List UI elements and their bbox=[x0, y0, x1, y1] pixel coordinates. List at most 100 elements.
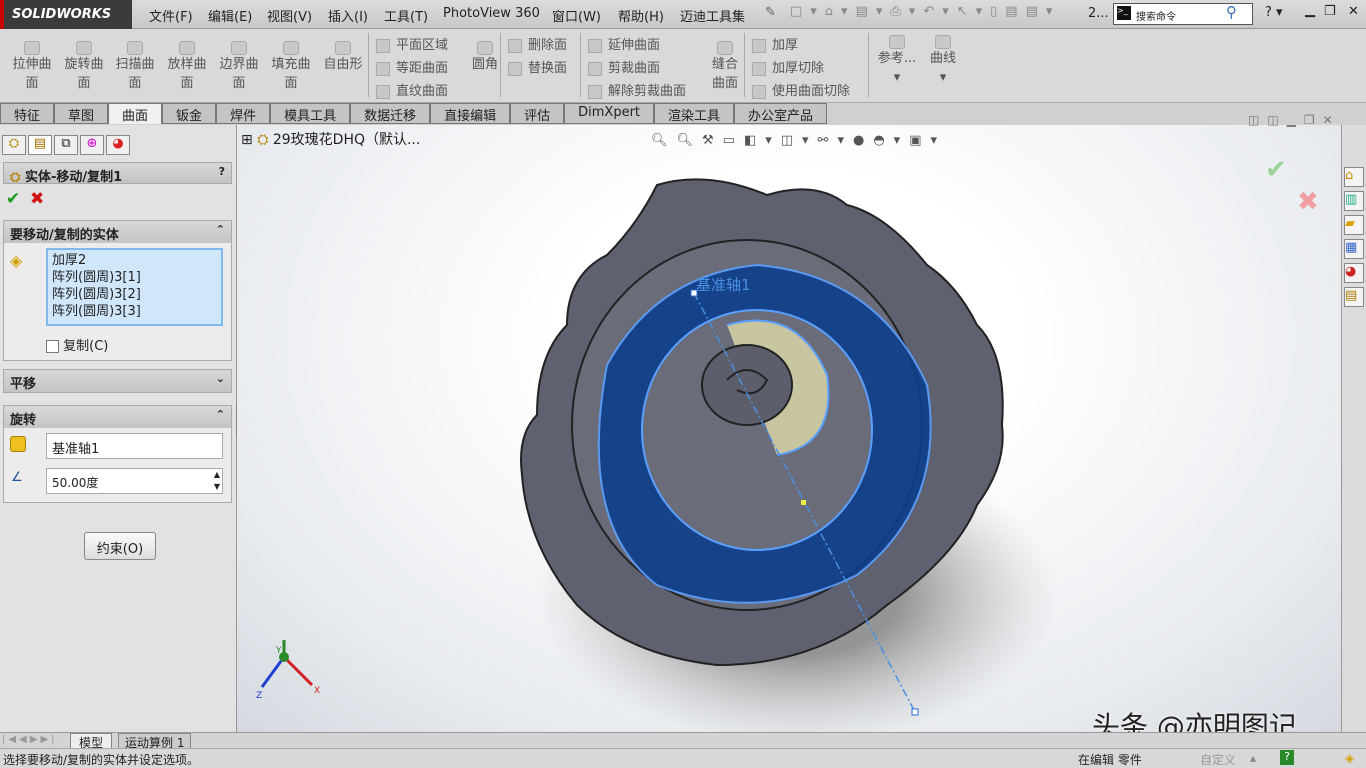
search-icon[interactable]: ⚲ bbox=[1226, 3, 1237, 21]
expand-icon[interactable]: ⌄ bbox=[216, 372, 225, 385]
tab-scroll-arrows[interactable]: |◀◀▶▶| bbox=[2, 734, 58, 745]
rotation-angle-stepper[interactable]: 50.00度 ▲▼ bbox=[46, 468, 223, 494]
file-explorer-icon[interactable]: ▰ bbox=[1344, 215, 1364, 235]
boundary-surface-button[interactable]: 边界曲面 bbox=[216, 41, 262, 93]
menu-view[interactable]: 视图(V) bbox=[267, 6, 312, 25]
rebuild-icon[interactable]: ◈ bbox=[1345, 751, 1354, 765]
axis-endpoint[interactable] bbox=[912, 709, 918, 715]
resources-icon[interactable]: ⌂ bbox=[1344, 167, 1364, 187]
help-icon[interactable]: ? ▾ bbox=[1265, 5, 1283, 20]
view-palette-icon[interactable]: ▦ bbox=[1344, 239, 1364, 259]
rose-center bbox=[702, 345, 792, 425]
revolve-surface-button[interactable]: 旋转曲面 bbox=[61, 41, 107, 93]
ok-button[interactable]: ✔ bbox=[6, 189, 20, 209]
copy-checkbox-row[interactable]: 复制(C) bbox=[46, 335, 108, 354]
close-icon[interactable]: ✕ bbox=[1348, 4, 1359, 19]
ruled-surface-button[interactable]: 直纹曲面 bbox=[376, 80, 448, 99]
design-library-icon[interactable]: ▥ bbox=[1344, 191, 1364, 211]
delete-face-button[interactable]: 删除面 bbox=[508, 34, 567, 53]
triad-z-label: Z bbox=[256, 691, 262, 701]
tab-render-tools[interactable]: 渲染工具 bbox=[654, 103, 734, 124]
tab-direct-editing[interactable]: 直接编辑 bbox=[430, 103, 510, 124]
freeform-button[interactable]: 自由形 bbox=[320, 41, 366, 74]
tab-weldments[interactable]: 焊件 bbox=[216, 103, 270, 124]
offset-surface-button[interactable]: 等距曲面 bbox=[376, 57, 448, 76]
move-copy-icon: ⛭ bbox=[10, 170, 20, 185]
knit-surface-icon bbox=[717, 41, 733, 55]
bodies-section-header[interactable]: 要移动/复制的实体⌃ bbox=[4, 221, 231, 243]
menu-insert[interactable]: 插入(I) bbox=[328, 6, 368, 25]
tab-office-products[interactable]: 办公室产品 bbox=[734, 103, 827, 124]
manager-tabs: ⛭ ▤ ⧉ ⊕ ◕ bbox=[2, 135, 130, 155]
dimxpert-manager-icon[interactable]: ⊕ bbox=[80, 135, 104, 155]
menu-window[interactable]: 窗口(W) bbox=[552, 6, 601, 25]
menu-photoview[interactable]: PhotoView 360 bbox=[443, 6, 540, 21]
surface-cut-button[interactable]: 使用曲面切除 bbox=[752, 80, 850, 99]
reference-geometry-button[interactable]: 参考...▾ bbox=[874, 35, 920, 87]
thicken-cut-button[interactable]: 加厚切除 bbox=[752, 57, 824, 76]
bottom-tab-bar: |◀◀▶▶| 模型 运动算例 1 bbox=[0, 732, 1366, 748]
trim-surface-button[interactable]: 剪裁曲面 bbox=[588, 57, 660, 76]
units-dropdown-icon[interactable]: ▴ bbox=[1250, 751, 1256, 765]
tab-sketch[interactable]: 草图 bbox=[54, 103, 108, 124]
tab-evaluate[interactable]: 评估 bbox=[510, 103, 564, 124]
cancel-button[interactable]: ✖ bbox=[30, 189, 44, 209]
fillet-button[interactable]: 圆角 bbox=[462, 41, 508, 74]
spin-buttons[interactable]: ▲▼ bbox=[214, 469, 220, 493]
bodies-list[interactable]: 加厚2 阵列(圆周)3[1] 阵列(圆周)3[2] 阵列(圆周)3[3] bbox=[46, 248, 223, 326]
sweep-surface-button[interactable]: 扫描曲面 bbox=[112, 41, 158, 93]
tab-sheet-metal[interactable]: 钣金 bbox=[162, 103, 216, 124]
tab-dimxpert[interactable]: DimXpert bbox=[564, 103, 654, 124]
copy-checkbox[interactable] bbox=[46, 340, 59, 353]
menu-maidi[interactable]: 迈迪工具集 bbox=[680, 6, 745, 25]
menu-help[interactable]: 帮助(H) bbox=[618, 6, 664, 25]
menu-file[interactable]: 文件(F) bbox=[149, 6, 193, 25]
collapse-icon[interactable]: ⌃ bbox=[216, 408, 225, 421]
knit-surface-button[interactable]: 缝合曲面 bbox=[708, 41, 742, 93]
extrude-surface-icon bbox=[24, 41, 40, 55]
list-item[interactable]: 阵列(圆周)3[2] bbox=[52, 286, 217, 303]
planar-surface-button[interactable]: 平面区域 bbox=[376, 34, 448, 53]
tab-surfaces[interactable]: 曲面 bbox=[108, 103, 162, 124]
thicken-button[interactable]: 加厚 bbox=[752, 34, 798, 53]
replace-face-button[interactable]: 替换面 bbox=[508, 57, 567, 76]
custom-properties-icon[interactable]: ▤ bbox=[1344, 287, 1364, 307]
extrude-surface-button[interactable]: 拉伸曲面 bbox=[9, 41, 55, 93]
property-manager-icon[interactable]: ▤ bbox=[28, 135, 52, 155]
tab-mold-tools[interactable]: 模具工具 bbox=[270, 103, 350, 124]
graphics-viewport[interactable]: ⊞ ⛭ 29玫瑰花DHQ（默认... 🔍︎🔍︎⚒▭◧▾◫▾⚯▾●◓▾▣▾ ◫◫▁… bbox=[237, 125, 1341, 732]
translate-section-header[interactable]: 平移⌄ bbox=[4, 370, 231, 392]
loft-surface-button[interactable]: 放样曲面 bbox=[164, 41, 210, 93]
solidworks-logo[interactable]: SOLIDWORKS bbox=[0, 0, 132, 29]
tab-data-migration[interactable]: 数据迁移 bbox=[350, 103, 430, 124]
curves-button[interactable]: 曲线▾ bbox=[920, 35, 966, 87]
restore-icon[interactable]: ❐ bbox=[1324, 4, 1336, 19]
tab-features[interactable]: 特征 bbox=[0, 103, 54, 124]
rose-model[interactable]: 基准轴1 Y X Z bbox=[237, 125, 1341, 732]
menu-edit[interactable]: 编辑(E) bbox=[208, 6, 252, 25]
help-button[interactable]: ? bbox=[219, 165, 225, 178]
extend-surface-button[interactable]: 延伸曲面 bbox=[588, 34, 660, 53]
command-tabs: 特征 草图 曲面 钣金 焊件 模具工具 数据迁移 直接编辑 评估 DimXper… bbox=[0, 103, 1366, 125]
untrim-surface-button[interactable]: 解除剪裁曲面 bbox=[588, 80, 686, 99]
appearances-icon[interactable]: ◕ bbox=[1344, 263, 1364, 283]
rotation-axis-field[interactable]: 基准轴1 bbox=[46, 433, 223, 459]
collapse-icon[interactable]: ⌃ bbox=[216, 223, 225, 236]
list-item[interactable]: 阵列(圆周)3[1] bbox=[52, 269, 217, 286]
constraints-button[interactable]: 约束(O) bbox=[84, 532, 156, 560]
list-item[interactable]: 阵列(圆周)3[3] bbox=[52, 303, 217, 320]
rotate-section-header[interactable]: 旋转⌃ bbox=[4, 406, 231, 428]
quick-access-icons[interactable]: □▾⌂▾▤▾⎙▾↶▾↖▾▯▤▤▾ bbox=[790, 4, 1060, 19]
axis-midpoint[interactable] bbox=[801, 500, 806, 505]
help-status-icon[interactable]: ? bbox=[1280, 750, 1294, 765]
configuration-manager-icon[interactable]: ⧉ bbox=[54, 135, 78, 155]
minimize-icon[interactable]: ▁ bbox=[1305, 3, 1315, 18]
feature-manager-icon[interactable]: ⛭ bbox=[2, 135, 26, 155]
recent-counter[interactable]: 2... bbox=[1088, 6, 1109, 21]
menu-tools[interactable]: 工具(T) bbox=[384, 6, 428, 25]
pin-icon[interactable]: ✎ bbox=[765, 5, 776, 20]
display-manager-icon[interactable]: ◕ bbox=[106, 135, 130, 155]
units-custom[interactable]: 自定义 bbox=[1200, 751, 1236, 768]
list-item[interactable]: 加厚2 bbox=[52, 252, 217, 269]
fill-surface-button[interactable]: 填充曲面 bbox=[268, 41, 314, 93]
